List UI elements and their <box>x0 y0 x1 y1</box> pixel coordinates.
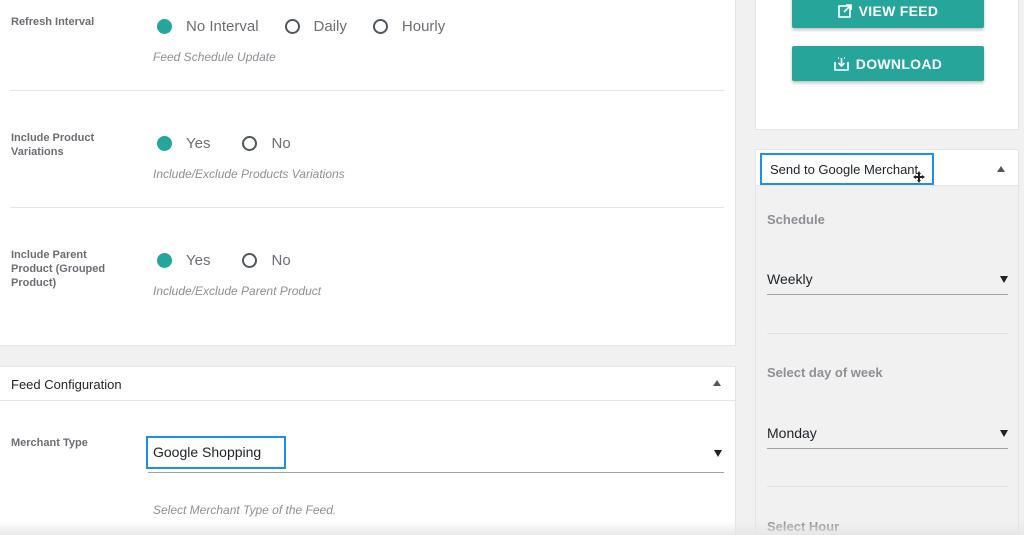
merchant-type-label: Merchant Type <box>11 437 88 449</box>
refresh-interval-help: Feed Schedule Update <box>153 50 276 64</box>
refresh-interval-radio-group: No Interval Daily Hourly <box>157 18 471 35</box>
collapse-caret-icon[interactable] <box>997 166 1005 172</box>
merchant-type-highlight: Google Shopping <box>146 436 286 469</box>
parent-product-label: Include Parent Product (Grouped Product) <box>11 249 106 289</box>
feed-actions-panel: VIEW FEED DOWNLOAD <box>755 0 1019 130</box>
radio-checked-icon <box>157 19 172 34</box>
feed-configuration-panel: Feed Configuration Merchant Type Google … <box>0 366 736 535</box>
divider <box>767 333 1008 334</box>
feed-configuration-title: Feed Configuration <box>11 377 122 392</box>
radio-label: Yes <box>186 252 211 269</box>
send-to-merchant-highlight: Send to Google Merchant <box>760 153 934 185</box>
feed-settings-panel: Refresh Interval No Interval Daily Hourl… <box>0 0 736 346</box>
radio-label: No <box>271 135 291 152</box>
schedule-label: Schedule <box>767 212 825 227</box>
download-label: DOWNLOAD <box>855 55 943 72</box>
day-of-week-value: Monday <box>767 425 817 441</box>
day-of-week-select[interactable]: Monday <box>767 419 1008 449</box>
radio-label: Hourly <box>401 18 446 35</box>
radio-variations-yes[interactable]: Yes <box>157 135 210 152</box>
radio-parent-yes[interactable]: Yes <box>157 252 210 269</box>
parent-product-help: Include/Exclude Parent Product <box>153 284 322 298</box>
schedule-select[interactable]: Weekly <box>767 265 1008 295</box>
send-to-merchant-header[interactable]: Send to Google Merchant <box>756 150 1018 186</box>
radio-no-interval[interactable]: No Interval <box>157 18 259 35</box>
parent-product-radio-group: Yes No <box>157 252 317 269</box>
radio-checked-icon <box>157 136 172 151</box>
schedule-value: Weekly <box>767 271 813 287</box>
dropdown-arrow-icon <box>1000 276 1008 283</box>
radio-checked-icon <box>157 253 172 268</box>
divider <box>10 207 724 208</box>
feed-configuration-header[interactable]: Feed Configuration <box>0 367 735 401</box>
divider <box>10 90 724 91</box>
merchant-type-value: Google Shopping <box>153 444 262 460</box>
radio-hourly[interactable]: Hourly <box>372 18 446 35</box>
product-variations-help: Include/Exclude Products Variations <box>153 167 345 181</box>
radio-unchecked-icon <box>284 19 300 34</box>
dropdown-arrow-icon <box>1000 430 1008 437</box>
divider <box>767 486 1008 487</box>
radio-unchecked-icon <box>372 19 388 34</box>
refresh-interval-label: Refresh Interval <box>11 16 95 28</box>
view-feed-label: VIEW FEED <box>858 2 939 19</box>
radio-unchecked-icon <box>242 253 258 268</box>
radio-daily[interactable]: Daily <box>284 18 347 35</box>
select-hour-label: Select Hour <box>767 519 840 534</box>
dropdown-arrow-icon <box>714 450 722 457</box>
move-cursor-icon <box>913 171 925 183</box>
send-to-merchant-title: Send to Google Merchant <box>770 162 919 177</box>
view-feed-button[interactable]: VIEW FEED <box>792 0 984 28</box>
product-variations-radio-group: Yes No <box>157 135 317 152</box>
send-to-merchant-panel: Send to Google Merchant Schedule Weekly … <box>755 149 1019 535</box>
merchant-type-help: Select Merchant Type of the Feed. <box>153 503 337 517</box>
external-link-icon <box>837 3 852 18</box>
day-of-week-label: Select day of week <box>767 365 883 380</box>
radio-label: Yes <box>186 135 211 152</box>
radio-label: No <box>271 252 291 269</box>
radio-label: Daily <box>313 18 347 35</box>
download-button[interactable]: DOWNLOAD <box>792 46 984 81</box>
radio-parent-no[interactable]: No <box>242 252 291 269</box>
radio-label: No Interval <box>186 18 259 35</box>
download-icon <box>833 56 849 71</box>
collapse-caret-icon[interactable] <box>713 380 721 386</box>
radio-unchecked-icon <box>242 136 258 151</box>
product-variations-label: Include Product Variations <box>11 132 95 158</box>
radio-variations-no[interactable]: No <box>242 135 291 152</box>
